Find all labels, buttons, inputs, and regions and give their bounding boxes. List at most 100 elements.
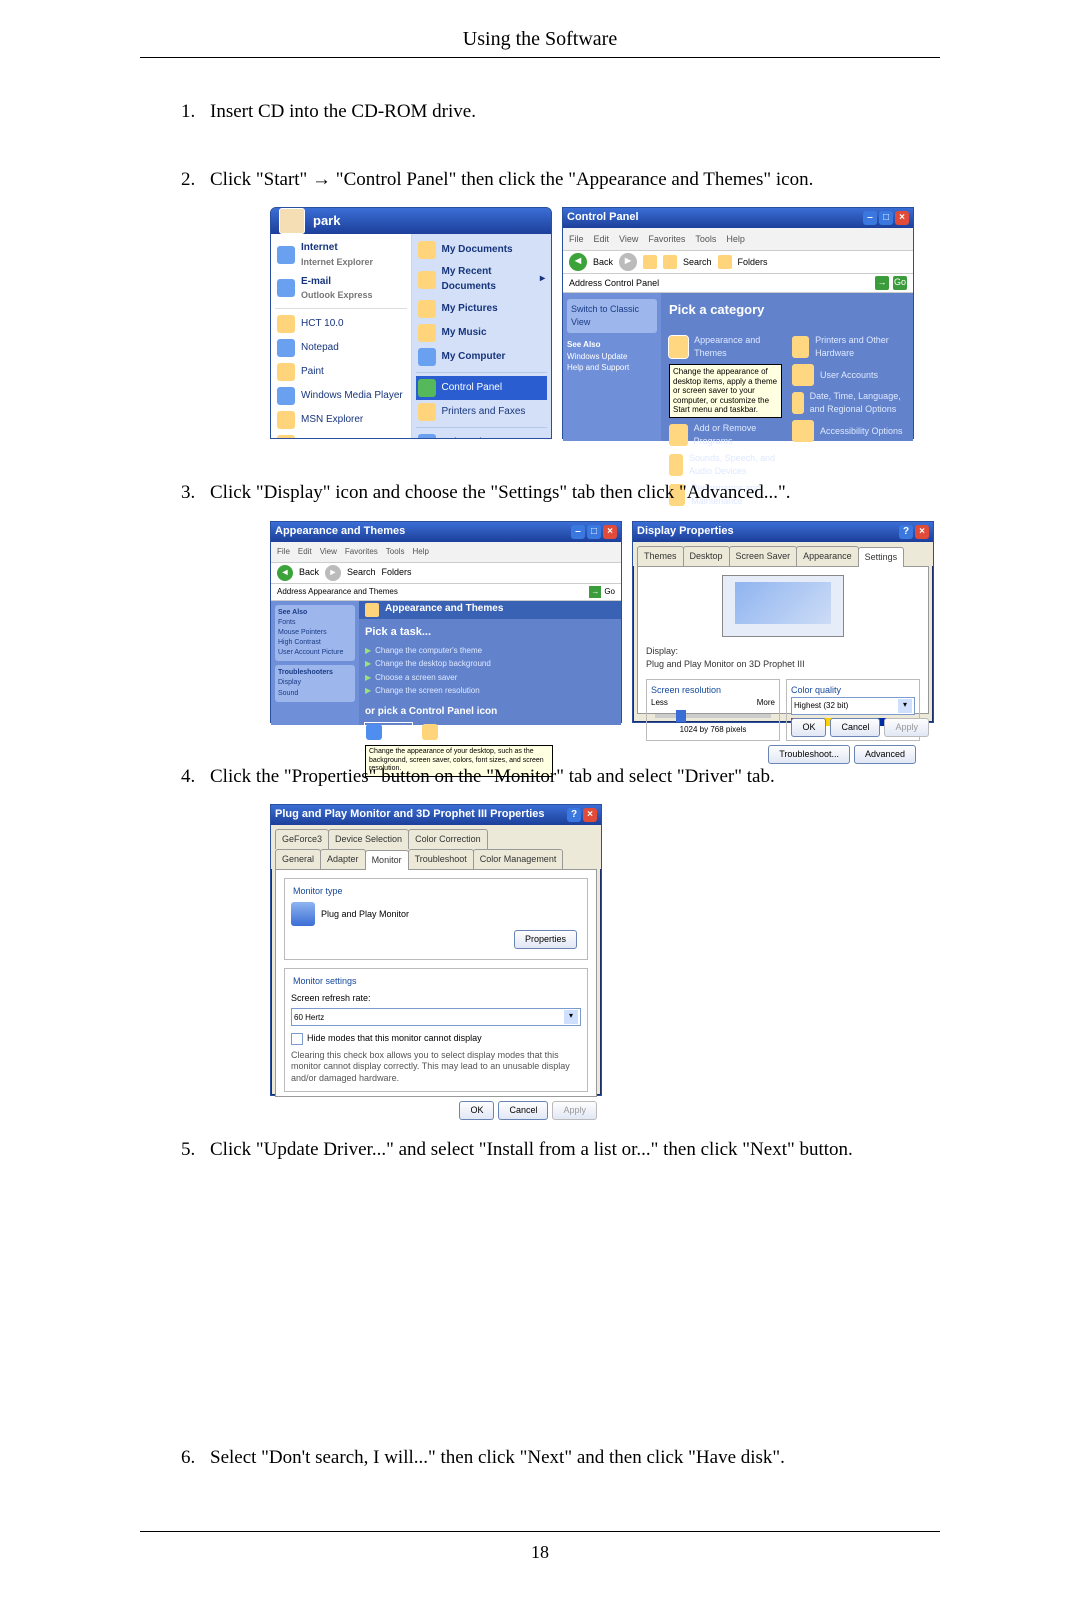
start-item-wmm[interactable]: Windows Movie Maker bbox=[275, 432, 407, 439]
start-item-internet[interactable]: Internet Internet Explorer bbox=[275, 238, 407, 272]
category-printers[interactable]: Printers and Other Hardware bbox=[792, 334, 905, 360]
start-item-msn[interactable]: MSN Explorer bbox=[275, 408, 407, 432]
minimize-icon[interactable]: – bbox=[863, 211, 877, 225]
tab-desktop[interactable]: Desktop bbox=[683, 546, 730, 566]
ok-button[interactable]: OK bbox=[459, 1101, 494, 1120]
see-also-mouse[interactable]: Mouse Pointers bbox=[278, 629, 327, 636]
start-item-notepad[interactable]: Notepad bbox=[275, 336, 407, 360]
color-quality-dropdown[interactable]: Highest (32 bit)▾ bbox=[791, 697, 915, 715]
category-add-remove[interactable]: Add or Remove Programs bbox=[669, 422, 782, 448]
menu-view[interactable]: View bbox=[320, 546, 337, 558]
menu-favorites[interactable]: Favorites bbox=[648, 233, 685, 246]
tab-geforce3[interactable]: GeForce3 bbox=[275, 829, 329, 849]
task-screensaver[interactable]: ▶Choose a screen saver bbox=[365, 672, 615, 684]
start-item-email[interactable]: E-mail Outlook Express bbox=[275, 272, 407, 306]
refresh-rate-dropdown[interactable]: 60 Hertz▾ bbox=[291, 1008, 581, 1026]
menu-help[interactable]: Help bbox=[726, 233, 745, 246]
my-music[interactable]: My Music bbox=[416, 321, 548, 345]
tab-screensaver[interactable]: Screen Saver bbox=[729, 546, 798, 566]
tab-general[interactable]: General bbox=[275, 849, 321, 869]
tab-color-correction[interactable]: Color Correction bbox=[408, 829, 488, 849]
folders-label[interactable]: Folders bbox=[382, 566, 412, 579]
close-icon[interactable]: × bbox=[583, 808, 597, 822]
my-computer[interactable]: My Computer bbox=[416, 345, 548, 369]
up-icon[interactable] bbox=[643, 255, 657, 269]
see-also-pic[interactable]: User Account Picture bbox=[278, 649, 343, 656]
forward-button-icon[interactable]: ► bbox=[325, 565, 341, 581]
menu-help[interactable]: Help bbox=[412, 546, 428, 558]
menu-view[interactable]: View bbox=[619, 233, 638, 246]
task-resolution[interactable]: ▶Change the screen resolution bbox=[365, 685, 615, 697]
printers-faxes[interactable]: Printers and Faxes bbox=[416, 400, 548, 424]
help-support[interactable]: Help and Support bbox=[416, 431, 548, 439]
close-icon[interactable]: × bbox=[603, 525, 617, 539]
close-icon[interactable]: × bbox=[895, 211, 909, 225]
menu-favorites[interactable]: Favorites bbox=[345, 546, 378, 558]
see-also-fonts[interactable]: Fonts bbox=[278, 619, 296, 626]
category-sounds[interactable]: Sounds, Speech, and Audio Devices bbox=[669, 452, 782, 478]
tab-color-management[interactable]: Color Management bbox=[473, 849, 564, 869]
troubleshoot-button[interactable]: Troubleshoot... bbox=[768, 745, 850, 764]
minimize-icon[interactable]: – bbox=[571, 525, 585, 539]
tab-adapter[interactable]: Adapter bbox=[320, 849, 366, 869]
go-icon[interactable]: → bbox=[589, 586, 601, 598]
task-background[interactable]: ▶Change the desktop background bbox=[365, 658, 615, 670]
advanced-button[interactable]: Advanced bbox=[854, 745, 916, 764]
cp-icon-display[interactable]: Display bbox=[365, 723, 412, 741]
menu-edit[interactable]: Edit bbox=[594, 233, 610, 246]
back-button-icon[interactable]: ◄ bbox=[569, 253, 587, 271]
my-pictures[interactable]: My Pictures bbox=[416, 297, 548, 321]
switch-classic-view[interactable]: Switch to Classic View bbox=[567, 299, 657, 333]
tab-troubleshoot[interactable]: Troubleshoot bbox=[408, 849, 474, 869]
go-icon[interactable]: → bbox=[875, 276, 889, 290]
slider-thumb-icon[interactable] bbox=[676, 710, 686, 722]
category-appearance-themes[interactable]: Appearance and Themes bbox=[669, 334, 782, 360]
address-value[interactable]: Control Panel bbox=[605, 278, 660, 288]
trouble-sound[interactable]: Sound bbox=[278, 690, 298, 697]
maximize-icon[interactable]: □ bbox=[587, 525, 601, 539]
hide-modes-checkbox[interactable]: Hide modes that this monitor cannot disp… bbox=[291, 1032, 581, 1045]
menu-file[interactable]: File bbox=[277, 546, 290, 558]
start-item-hct[interactable]: HCT 10.0 bbox=[275, 312, 407, 336]
cp-icon-folder-options[interactable]: Folder Options bbox=[422, 723, 493, 741]
start-item-wmp[interactable]: Windows Media Player bbox=[275, 384, 407, 408]
help-icon[interactable]: ? bbox=[567, 808, 581, 822]
see-also-help[interactable]: Help and Support bbox=[567, 362, 657, 374]
tab-monitor[interactable]: Monitor bbox=[365, 850, 409, 870]
search-label[interactable]: Search bbox=[347, 566, 376, 579]
see-also-windows-update[interactable]: Windows Update bbox=[567, 351, 657, 363]
maximize-icon[interactable]: □ bbox=[879, 211, 893, 225]
folders-icon[interactable] bbox=[718, 255, 732, 269]
forward-button-icon[interactable]: ► bbox=[619, 253, 637, 271]
menu-edit[interactable]: Edit bbox=[298, 546, 312, 558]
tab-appearance[interactable]: Appearance bbox=[796, 546, 859, 566]
address-value[interactable]: Appearance and Themes bbox=[308, 587, 398, 596]
help-icon[interactable]: ? bbox=[899, 525, 913, 539]
tab-device-selection[interactable]: Device Selection bbox=[328, 829, 409, 849]
menu-tools[interactable]: Tools bbox=[386, 546, 405, 558]
cancel-button[interactable]: Cancel bbox=[830, 718, 880, 737]
trouble-display[interactable]: Display bbox=[278, 679, 301, 686]
category-accessibility[interactable]: Accessibility Options bbox=[792, 420, 905, 442]
properties-button[interactable]: Properties bbox=[514, 930, 577, 949]
tab-settings[interactable]: Settings bbox=[858, 547, 905, 567]
menu-file[interactable]: File bbox=[569, 233, 584, 246]
control-panel-item[interactable]: Control Panel bbox=[416, 376, 548, 400]
category-useraccounts[interactable]: User Accounts bbox=[792, 364, 905, 386]
menu-tools[interactable]: Tools bbox=[695, 233, 716, 246]
apply-button[interactable]: Apply bbox=[552, 1101, 597, 1120]
cancel-button[interactable]: Cancel bbox=[498, 1101, 548, 1120]
my-recent-documents[interactable]: My Recent Documents▸ bbox=[416, 262, 548, 297]
back-button-icon[interactable]: ◄ bbox=[277, 565, 293, 581]
search-icon[interactable] bbox=[663, 255, 677, 269]
my-documents[interactable]: My Documents bbox=[416, 238, 548, 262]
tab-themes[interactable]: Themes bbox=[637, 546, 684, 566]
category-date-time[interactable]: Date, Time, Language, and Regional Optio… bbox=[792, 390, 905, 416]
start-item-paint[interactable]: Paint bbox=[275, 360, 407, 384]
apply-button[interactable]: Apply bbox=[884, 718, 929, 737]
ok-button[interactable]: OK bbox=[791, 718, 826, 737]
resolution-slider[interactable] bbox=[655, 714, 771, 718]
close-icon[interactable]: × bbox=[915, 525, 929, 539]
task-theme[interactable]: ▶Change the computer's theme bbox=[365, 645, 615, 657]
see-also-contrast[interactable]: High Contrast bbox=[278, 639, 321, 646]
